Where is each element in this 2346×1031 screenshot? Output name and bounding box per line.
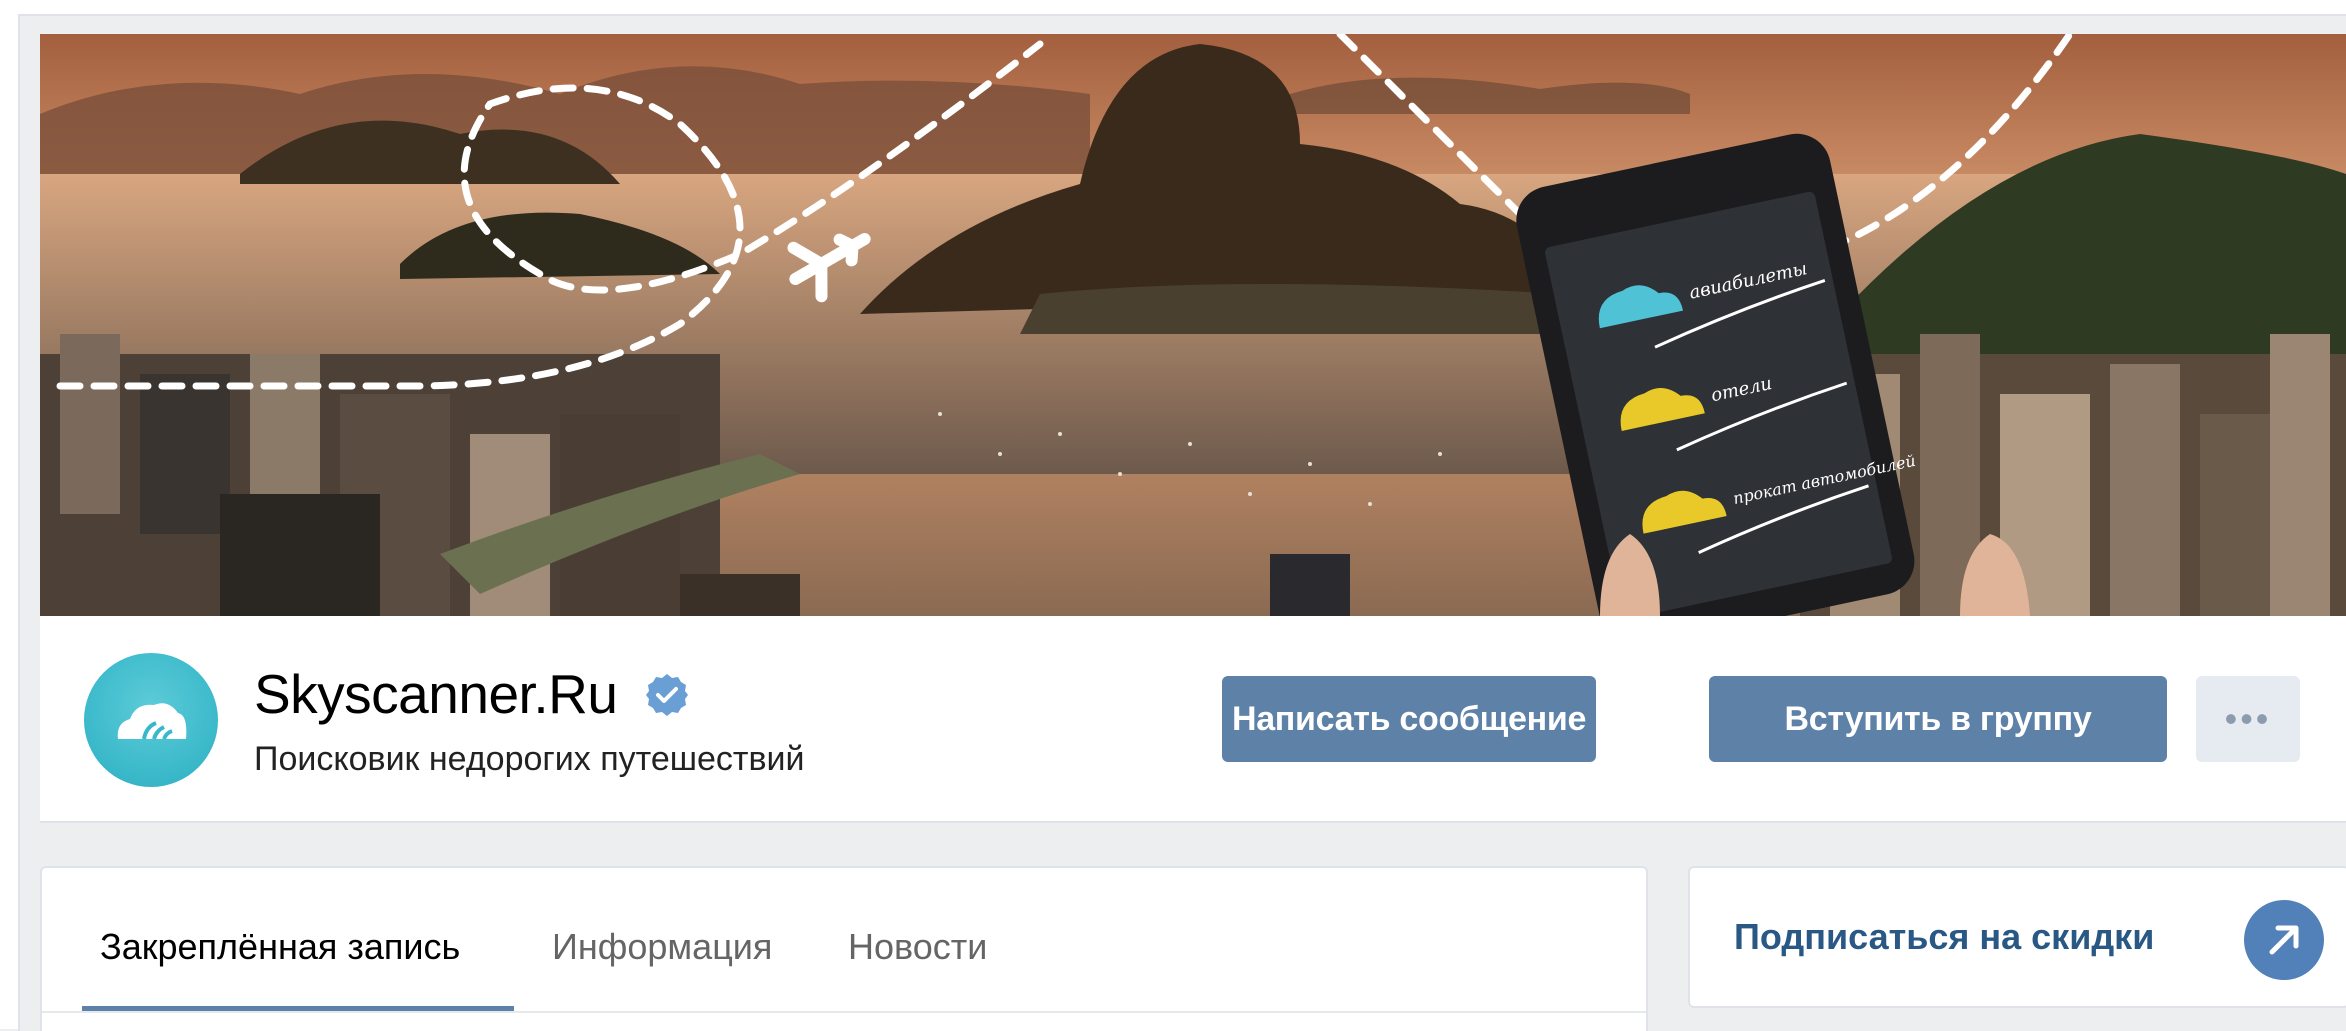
group-header: Skyscanner.Ru Поисковик недорогих путеше… — [40, 616, 2346, 823]
cloud-logo-icon — [117, 703, 187, 740]
page-title: Skyscanner.Ru — [254, 663, 618, 725]
more-dots-icon: ••• — [2224, 698, 2272, 739]
cover-illustration: авиабилеты отели прокат автомобилей — [40, 34, 2346, 616]
tab-information[interactable]: Информация — [552, 926, 772, 968]
tabs-divider — [42, 1011, 1646, 1013]
subscribe-card[interactable]: Подписаться на скидки — [1688, 866, 2346, 1008]
tab-news[interactable]: Новости — [848, 926, 987, 968]
content-tabs-card: Закреплённая запись Информация Новости — [40, 866, 1648, 1031]
avatar[interactable] — [84, 653, 218, 787]
send-message-button[interactable]: Написать сообщение — [1222, 676, 1596, 762]
join-group-button[interactable]: Вступить в группу — [1709, 676, 2167, 762]
verified-check-icon — [646, 674, 688, 716]
browser-frame: авиабилеты отели прокат автомобилей Skys… — [0, 0, 2346, 1031]
subscribe-link[interactable]: Подписаться на скидки — [1734, 916, 2154, 958]
group-status: Поисковик недорогих путешествий — [254, 740, 805, 778]
subscribe-arrow-button[interactable] — [2244, 900, 2324, 980]
arrow-up-right-icon — [2269, 925, 2299, 955]
tab-pinned-post[interactable]: Закреплённая запись — [100, 926, 460, 968]
more-actions-button[interactable]: ••• — [2196, 676, 2300, 762]
cover-image: авиабилеты отели прокат автомобилей — [40, 34, 2346, 616]
